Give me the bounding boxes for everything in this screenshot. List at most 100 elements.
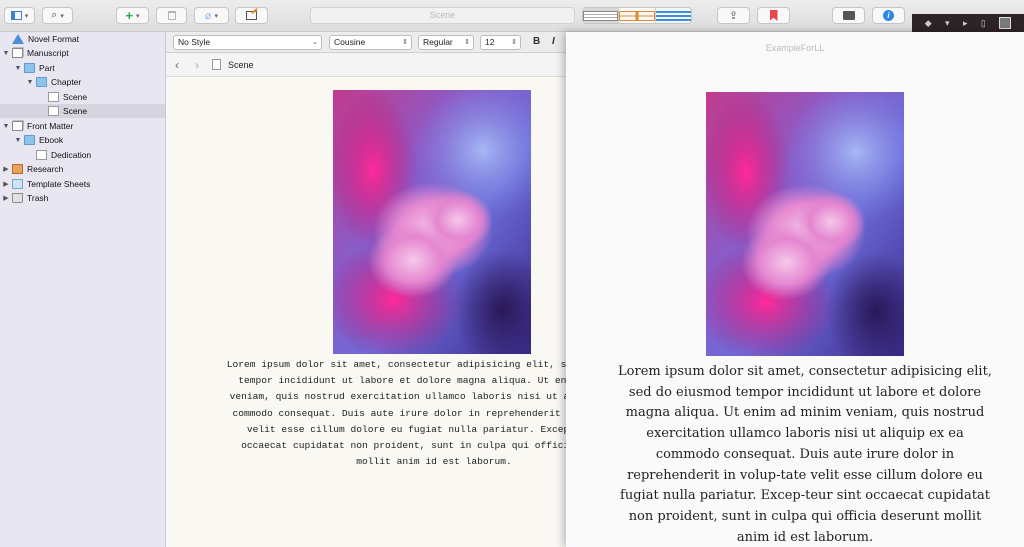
document-icon	[36, 150, 47, 160]
view-mode-button[interactable]: ▾	[4, 7, 35, 24]
edit-note-button[interactable]	[235, 7, 268, 24]
weight-select[interactable]: Regular ⇕	[418, 35, 474, 50]
disclosure-open-icon[interactable]: ▼	[2, 123, 10, 130]
folder-icon	[24, 63, 35, 73]
disclosure-closed-icon[interactable]: ▶	[2, 180, 10, 188]
disclosure-open-icon[interactable]: ▼	[26, 79, 34, 86]
search-button[interactable]: ⌕ ▾	[42, 7, 73, 24]
trash-icon	[12, 193, 23, 203]
font-select[interactable]: Cousine ⇕	[329, 35, 412, 50]
italic-button[interactable]: I	[552, 36, 555, 47]
document-icon	[48, 92, 59, 102]
app-icon[interactable]	[999, 17, 1012, 29]
preview-panel: ExampleForLL Lorem ipsum dolor sit amet,…	[566, 32, 1024, 547]
binder-item-front-matter[interactable]: ▼ Front Matter	[2, 119, 73, 133]
preview-body-text: Lorem ipsum dolor sit amet, consectetur …	[618, 364, 992, 545]
binder-item-label: Research	[27, 164, 64, 174]
binder-item-novel-format[interactable]: Novel Format	[2, 32, 79, 46]
binder-item-chapter[interactable]: ▼ Chapter	[26, 75, 81, 89]
novel-format-icon	[12, 34, 24, 44]
template-sheets-icon	[12, 179, 23, 189]
trash-icon	[167, 11, 176, 20]
document-icon	[212, 59, 221, 70]
binder-item-label: Chapter	[51, 77, 82, 87]
binder-item-label: Ebook	[39, 135, 64, 145]
disclosure-closed-icon[interactable]: ▶	[2, 165, 10, 173]
size-select[interactable]: 12 ⇕	[480, 35, 521, 50]
binder-item-label: Front Matter	[27, 121, 74, 131]
phone-icon[interactable]: ▯	[981, 18, 986, 29]
disclosure-closed-icon[interactable]: ▶	[2, 194, 10, 202]
size-select-value: 12	[485, 37, 495, 47]
drop-icon[interactable]: ◆	[925, 18, 932, 29]
delete-button[interactable]	[156, 7, 187, 24]
folder-icon	[36, 77, 47, 87]
binder-item-label: Scene	[63, 106, 88, 116]
preview-title: ExampleForLL	[765, 43, 825, 53]
chevron-down-icon: ▾	[60, 12, 64, 20]
toolbar: ▾ ⌕ ▾ + ▾ ⌀ ▾ Scene ⇪ i	[0, 0, 1024, 32]
compose-icon	[842, 11, 855, 20]
research-icon	[12, 164, 23, 174]
forward-icon[interactable]: ›	[195, 58, 199, 72]
share-button[interactable]: ⇪	[717, 7, 750, 24]
info-icon: i	[883, 10, 894, 21]
preview-image	[706, 92, 904, 356]
binder-item-label: Dedication	[51, 150, 92, 160]
plus-icon: +	[125, 8, 134, 23]
chevron-down-icon: ▾	[136, 12, 140, 20]
weight-select-value: Regular	[423, 37, 453, 47]
binder-item-ebook[interactable]: ▼ Ebook	[14, 133, 63, 147]
document-view-tab[interactable]	[583, 8, 620, 23]
binder-item-label: Trash	[27, 193, 49, 203]
edit-icon	[246, 7, 258, 20]
bookmark-button[interactable]	[757, 7, 790, 24]
document-view-icon	[583, 10, 619, 21]
corkboard-view-tab[interactable]	[619, 8, 656, 23]
document-title[interactable]: Scene	[228, 60, 254, 70]
binder-layout-icon	[10, 11, 22, 20]
manuscript-icon	[12, 48, 23, 58]
binder-item-dedication[interactable]: Dedication	[26, 148, 91, 162]
system-menubar: ◆ ▾ ▸ ▯	[912, 14, 1024, 32]
binder-item-label: Novel Format	[28, 34, 80, 44]
disclosure-open-icon[interactable]: ▼	[2, 50, 10, 57]
editor-header: ‹ › Scene	[166, 53, 566, 77]
disclosure-open-icon[interactable]: ▼	[14, 65, 22, 72]
outline-view-tab[interactable]	[655, 8, 691, 23]
disclosure-open-icon[interactable]: ▼	[14, 137, 22, 144]
style-select-value: No Style	[178, 37, 211, 47]
binder-item-research[interactable]: ▶ Research	[2, 162, 63, 176]
format-bar: No Style ⌄ Cousine ⇕ Regular ⇕ 12 ⇕ B I	[166, 32, 566, 53]
binder-item-template-sheets[interactable]: ▶ Template Sheets	[2, 177, 90, 191]
attachment-button[interactable]: ⌀ ▾	[194, 7, 229, 24]
back-icon[interactable]: ‹	[175, 58, 179, 72]
chevron-down-icon[interactable]: ▾	[945, 18, 950, 29]
binder-item-label: Manuscript	[27, 48, 69, 58]
binder-item-trash[interactable]: ▶ Trash	[2, 191, 48, 205]
binder-item-label: Template Sheets	[27, 179, 91, 189]
updown-icon: ⇕	[511, 39, 517, 46]
binder-item-part[interactable]: ▼ Part	[14, 61, 55, 75]
front-matter-icon	[12, 121, 23, 131]
flag-icon[interactable]: ▸	[963, 18, 968, 29]
add-button[interactable]: + ▾	[116, 7, 149, 24]
bold-button[interactable]: B	[533, 36, 540, 47]
binder-sidebar: Novel Format ▼ Manuscript ▼ Part ▼ Chapt…	[0, 32, 166, 547]
chevron-down-icon: ▾	[24, 12, 29, 20]
view-mode-segmented	[582, 7, 692, 24]
inspector-button[interactable]: i	[872, 7, 905, 24]
binder-item-scene[interactable]: Scene	[38, 90, 87, 104]
chevron-down-icon: ⌄	[312, 39, 318, 46]
outline-icon	[655, 10, 691, 21]
style-select[interactable]: No Style ⌄	[173, 35, 322, 50]
compose-mode-button[interactable]	[832, 7, 865, 24]
editor-pane[interactable]: Lorem ipsum dolor sit amet, consectetur …	[166, 77, 641, 547]
search-field[interactable]: Scene	[310, 7, 575, 24]
paperclip-icon: ⌀	[204, 10, 212, 22]
binder-item-label: Part	[39, 63, 55, 73]
folder-icon	[24, 135, 35, 145]
binder-item-manuscript[interactable]: ▼ Manuscript	[2, 46, 69, 60]
binder-item-scene-selected[interactable]: Scene	[0, 104, 165, 118]
search-icon: ⌕	[51, 9, 58, 21]
